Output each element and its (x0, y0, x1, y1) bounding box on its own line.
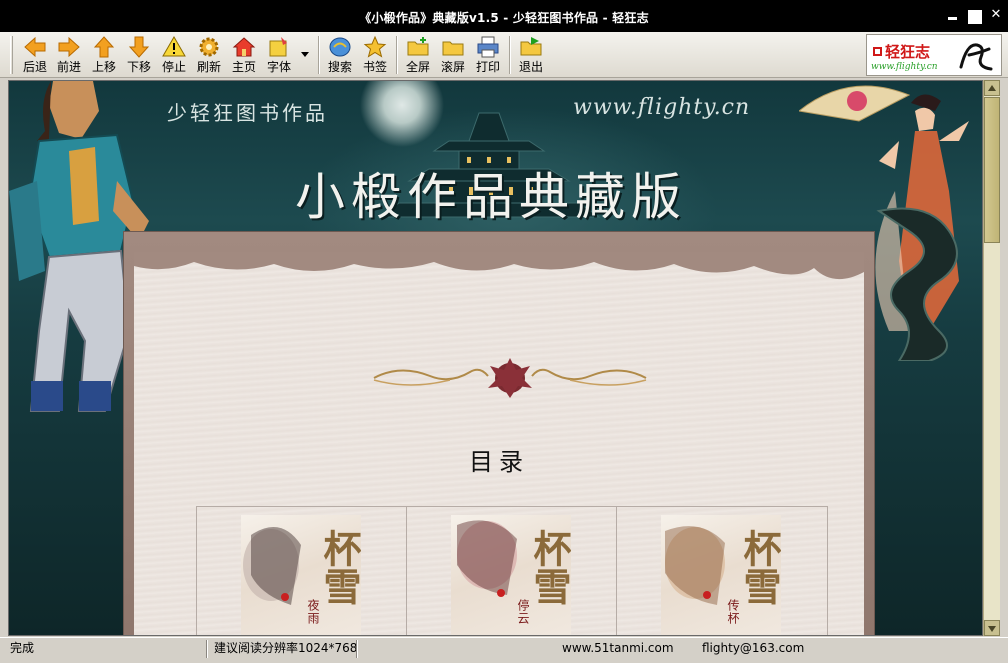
back-button[interactable]: 后退 (18, 34, 52, 76)
toolbar-grip[interactable] (10, 36, 13, 74)
window-title: 《小椴作品》典藏版v1.5 - 少轻狂图书作品 - 轻狂志 (359, 11, 649, 25)
scroll-up-button[interactable] (984, 80, 1000, 96)
email-link[interactable]: flighty@163.com (700, 640, 804, 658)
toolbar-separator (509, 36, 511, 74)
banner: 少轻狂图书作品 www.flighty.cn 小椴作品典藏版 目录 杯雪 夜雨 … (9, 81, 982, 635)
refresh-label: 刷新 (196, 60, 221, 74)
arrow-left-icon (24, 36, 46, 58)
forward-button[interactable]: 前进 (52, 34, 86, 76)
toolbar-separator (396, 36, 398, 74)
folder-icon (442, 41, 464, 56)
parchment: 目录 杯雪 夜雨 杯雪 停云 杯雪 传杯 (134, 252, 864, 635)
printer-icon (477, 36, 499, 58)
refresh-gear-icon (199, 37, 219, 57)
scroll-thumb[interactable] (984, 97, 1000, 243)
search-button[interactable]: 搜索 (323, 34, 357, 76)
status-text: 完成 (10, 641, 35, 655)
home-button[interactable]: 主页 (227, 34, 261, 76)
maximize-button[interactable] (968, 9, 980, 21)
book-grid: 杯雪 夜雨 杯雪 停云 杯雪 传杯 (196, 506, 828, 635)
vertical-scrollbar[interactable] (983, 80, 1000, 636)
logo-url: www.flighty.cn (871, 62, 938, 72)
stop-button[interactable]: 停止 (157, 34, 191, 76)
exit-icon (520, 37, 542, 56)
resolution-hint: 建议阅读分辨率1024*768 (214, 641, 358, 655)
bookmark-label: 书签 (362, 60, 387, 74)
title-bar[interactable]: 《小椴作品》典藏版v1.5 - 少轻狂图书作品 - 轻狂志 ✕ (0, 0, 1008, 32)
toc-title: 目录 (469, 448, 529, 476)
font-button[interactable]: 字体 (262, 34, 296, 76)
star-icon (363, 35, 387, 58)
arrow-up-icon (93, 36, 115, 58)
ornament-divider (373, 358, 647, 398)
cover-subtitle: 夜雨 (306, 599, 320, 625)
window-controls: ✕ (946, 8, 1002, 21)
folder-add-icon (407, 37, 429, 56)
book-cover[interactable]: 杯雪 夜雨 (241, 515, 361, 635)
cover-title: 杯雪 (737, 529, 781, 605)
toolbar: 后退 前进 上移 下移 停止 刷新 主页 字体 搜索 书签 全屏 滚屏 打印 退… (0, 32, 1008, 78)
status-divider (356, 640, 358, 658)
book-item-3[interactable]: 杯雪 传杯 (617, 507, 827, 635)
fullscreen-label: 全屏 (405, 60, 430, 74)
brand-logo[interactable]: 轻狂志 www.flighty.cn (866, 34, 1002, 76)
content-view[interactable]: 少轻狂图书作品 www.flighty.cn 小椴作品典藏版 目录 杯雪 夜雨 … (8, 80, 983, 636)
toolbar-separator (318, 36, 320, 74)
search-icon (329, 37, 351, 57)
dragon-illustration (876, 207, 958, 361)
brush-calligraphy-icon (959, 43, 993, 71)
move-down-label: 下移 (126, 60, 151, 74)
font-dropdown-icon[interactable] (299, 48, 311, 60)
move-down-button[interactable]: 下移 (122, 34, 156, 76)
exit-label: 退出 (518, 60, 543, 74)
arrow-right-icon (58, 36, 80, 58)
home-label: 主页 (231, 60, 256, 74)
warning-icon (162, 36, 186, 57)
cover-title: 杯雪 (527, 529, 571, 605)
home-icon (232, 37, 256, 57)
cover-subtitle: 传杯 (726, 599, 740, 625)
stop-label: 停止 (161, 60, 186, 74)
close-button[interactable]: ✕ (990, 8, 1002, 21)
cover-subtitle: 停云 (516, 599, 530, 625)
refresh-button[interactable]: 刷新 (192, 34, 226, 76)
cover-title: 杯雪 (317, 529, 361, 605)
book-item-1[interactable]: 杯雪 夜雨 (197, 507, 407, 635)
book-item-2[interactable]: 杯雪 停云 (407, 507, 617, 635)
banner-url: www.flighty.cn (573, 95, 751, 120)
search-label: 搜索 (327, 60, 352, 74)
book-cover[interactable]: 杯雪 传杯 (661, 515, 781, 635)
font-label: 字体 (266, 60, 291, 74)
site-link[interactable]: www.51tanmi.com (560, 640, 674, 658)
arrow-down-icon (128, 36, 150, 58)
bookmark-button[interactable]: 书签 (358, 34, 392, 76)
status-divider (206, 640, 208, 658)
banner-title: 小椴作品典藏版 (295, 168, 687, 226)
print-button[interactable]: 打印 (471, 34, 505, 76)
scroll-button[interactable]: 滚屏 (436, 34, 470, 76)
book-cover[interactable]: 杯雪 停云 (451, 515, 571, 635)
scroll-label: 滚屏 (440, 60, 465, 74)
app-window: 《小椴作品》典藏版v1.5 - 少轻狂图书作品 - 轻狂志 ✕ 后退 前进 上移… (0, 0, 1008, 663)
move-up-button[interactable]: 上移 (87, 34, 121, 76)
fullscreen-button[interactable]: 全屏 (401, 34, 435, 76)
scroll-down-button[interactable] (984, 620, 1000, 636)
back-label: 后退 (22, 60, 47, 74)
move-up-label: 上移 (91, 60, 116, 74)
banner-subtitle: 少轻狂图书作品 (167, 101, 328, 125)
exit-button[interactable]: 退出 (514, 34, 548, 76)
torn-paper-edge (134, 252, 864, 280)
font-icon (269, 37, 287, 57)
status-bar: 完成 建议阅读分辨率1024*768 www.51tanmi.com fligh… (0, 637, 1008, 663)
parchment-frame: 目录 杯雪 夜雨 杯雪 停云 杯雪 传杯 (123, 231, 875, 635)
print-label: 打印 (475, 60, 500, 74)
forward-label: 前进 (56, 60, 81, 74)
minimize-button[interactable] (946, 9, 958, 21)
logo-name: 轻狂志 (885, 43, 931, 61)
